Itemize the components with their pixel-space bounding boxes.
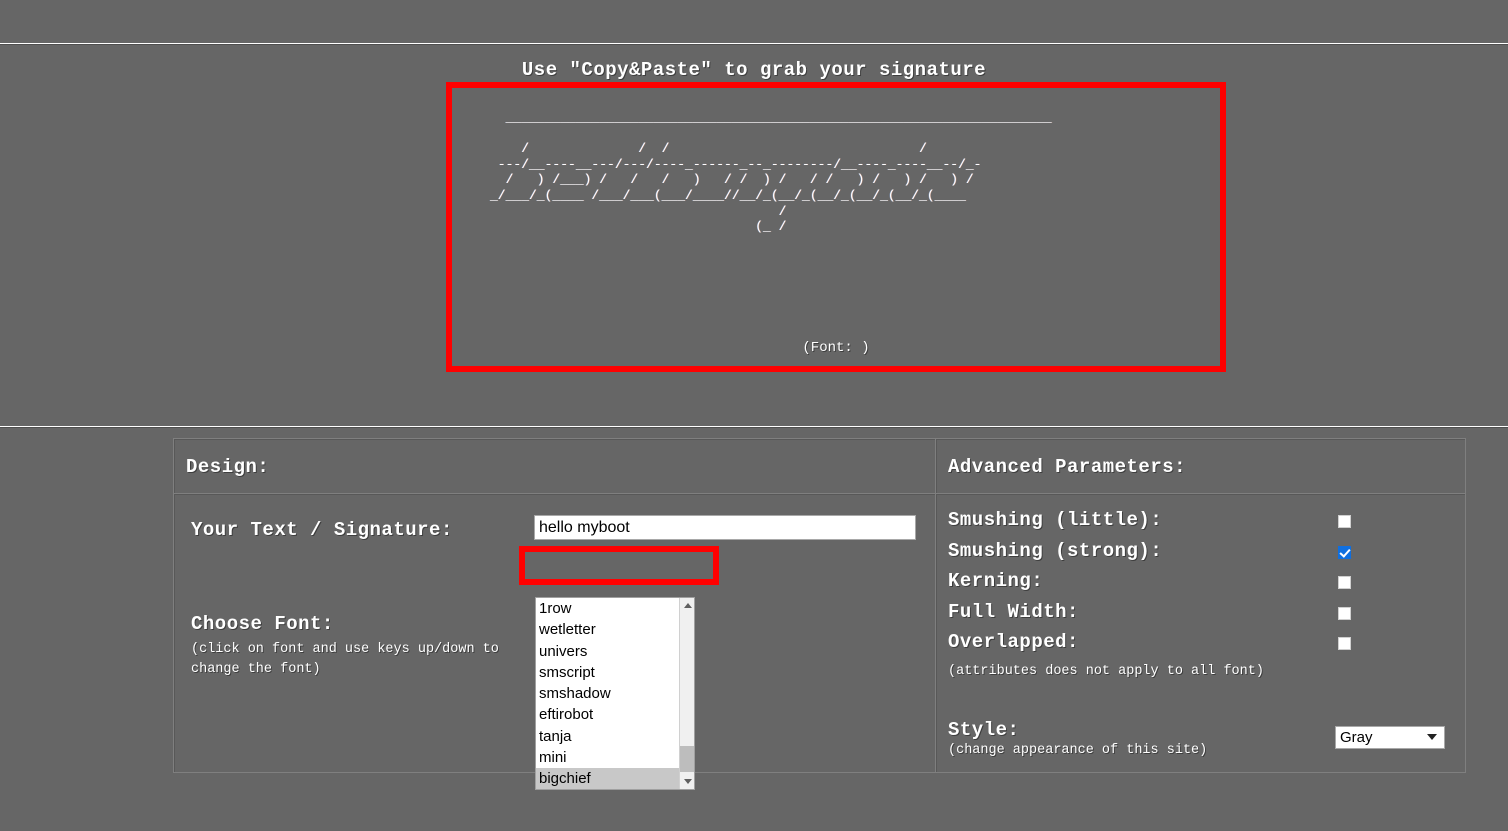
- scroll-up-arrow-icon[interactable]: [680, 598, 694, 613]
- font-option-tanja[interactable]: tanja: [536, 726, 679, 747]
- settings-table: Design: Advanced Parameters: Your Text /…: [173, 438, 1466, 790]
- font-listbox-scrollbar[interactable]: [679, 598, 694, 789]
- param-label-smushing-little: Smushing (little):: [948, 509, 1163, 531]
- design-panel-body: Your Text / Signature: Choose Font: (cli…: [174, 494, 935, 790]
- panel-bodies-row: Your Text / Signature: Choose Font: (cli…: [173, 493, 1466, 790]
- param-row-smushing-little: Smushing (little):: [948, 509, 1465, 540]
- parameters-note: (attributes does not apply to all font): [948, 663, 1264, 679]
- signature-preview-box[interactable]: ________________________________________…: [446, 82, 1226, 372]
- checkbox-smushing-little[interactable]: [1338, 515, 1351, 528]
- font-option-smshadow[interactable]: smshadow: [536, 683, 679, 704]
- panel-titles-row: Design: Advanced Parameters:: [173, 438, 1466, 494]
- param-row-kerning: Kerning:: [948, 570, 1465, 601]
- header-band: Use "Copy&Paste" to grab your signature: [0, 45, 1508, 81]
- font-option-univers[interactable]: univers: [536, 641, 679, 662]
- signature-field-label: Your Text / Signature:: [191, 519, 453, 541]
- font-chooser-hint: (click on font and use keys up/down to c…: [191, 642, 499, 677]
- checkbox-smushing-strong[interactable]: [1338, 545, 1351, 559]
- style-select-value: Gray: [1340, 728, 1373, 746]
- focus-highlight-box: [519, 546, 719, 585]
- param-row-full-width: Full Width:: [948, 601, 1465, 632]
- advanced-panel-title: Advanced Parameters:: [948, 456, 1187, 478]
- signature-input[interactable]: [534, 515, 916, 540]
- checkbox-overlapped[interactable]: [1338, 637, 1351, 650]
- parameter-rows: Smushing (little): Smushing (strong): Ke…: [936, 494, 1465, 758]
- top-strip: [0, 0, 1508, 43]
- font-listbox[interactable]: 1row wetletter univers smscript smshadow…: [535, 597, 695, 790]
- param-row-overlapped: Overlapped:: [948, 631, 1465, 662]
- font-option-eftirobot[interactable]: eftirobot: [536, 704, 679, 725]
- design-title-cell: Design:: [173, 438, 936, 494]
- font-option-mini[interactable]: mini: [536, 747, 679, 768]
- chevron-down-icon: [1427, 734, 1437, 740]
- design-panel-cell: Your Text / Signature: Choose Font: (cli…: [173, 493, 936, 790]
- ascii-signature-output[interactable]: ________________________________________…: [452, 88, 1220, 235]
- font-option-wetletter[interactable]: wetletter: [536, 619, 679, 640]
- advanced-panel-body: Smushing (little): Smushing (strong): Ke…: [936, 494, 1465, 772]
- font-listbox-items[interactable]: 1row wetletter univers smscript smshadow…: [536, 598, 679, 789]
- param-row-smushing-strong: Smushing (strong):: [948, 540, 1465, 571]
- advanced-title-cell: Advanced Parameters:: [935, 438, 1466, 494]
- scroll-down-arrow-icon[interactable]: [680, 774, 694, 789]
- page-title: Use "Copy&Paste" to grab your signature: [521, 59, 987, 81]
- signature-preview-zone: ________________________________________…: [0, 81, 1508, 426]
- style-select[interactable]: Gray: [1335, 725, 1445, 749]
- font-option-bigchief[interactable]: bigchief: [536, 768, 679, 789]
- design-panel-title: Design:: [186, 456, 270, 478]
- param-label-overlapped: Overlapped:: [948, 631, 1079, 653]
- param-label-smushing-strong: Smushing (strong):: [948, 539, 1163, 562]
- scrollbar-thumb[interactable]: [680, 746, 694, 772]
- font-option-smscript[interactable]: smscript: [536, 662, 679, 683]
- checkbox-kerning[interactable]: [1338, 576, 1351, 589]
- param-label-kerning: Kerning:: [948, 570, 1044, 592]
- style-block: Style: (change appearance of this site) …: [948, 679, 1465, 758]
- param-label-full-width: Full Width:: [948, 600, 1079, 623]
- font-chooser-label: Choose Font:: [191, 613, 334, 635]
- advanced-panel-cell: Smushing (little): Smushing (strong): Ke…: [935, 493, 1466, 773]
- checkbox-full-width[interactable]: [1338, 606, 1351, 620]
- font-option-1row[interactable]: 1row: [536, 598, 679, 619]
- current-font-note: (Font: ): [802, 340, 870, 356]
- form-wrap: Design: Advanced Parameters: Your Text /…: [0, 428, 1508, 790]
